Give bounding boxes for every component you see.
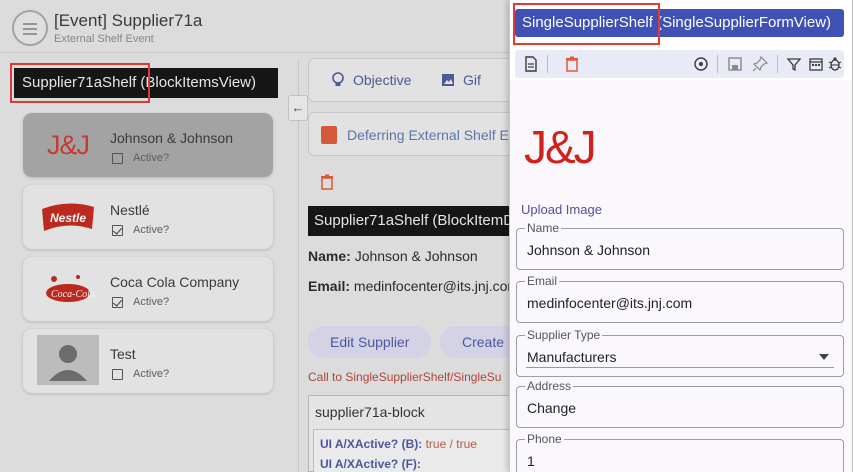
supplier-card-cocacola[interactable]: Coca-Cola Coca Cola Company Active? [23, 257, 273, 321]
pin-icon[interactable] [751, 55, 769, 73]
toolbar-separator [547, 55, 548, 73]
edit-supplier-button[interactable]: Edit Supplier [308, 326, 432, 358]
supplier-type-select[interactable]: Supplier Type Manufacturers [516, 328, 844, 377]
page-title: [Event] Supplier71a [54, 11, 203, 30]
upload-image-link[interactable]: Upload Image [521, 202, 602, 217]
document-icon[interactable] [522, 55, 540, 73]
single-supplier-drawer: SingleSupplierShelf (SingleSupplierFormV… [509, 0, 853, 472]
supplier-card-test[interactable]: Test Active? [23, 329, 273, 393]
active-checkbox[interactable] [112, 224, 123, 236]
collapse-arrow-icon[interactable]: ← [288, 95, 308, 121]
drawer-toolbar [515, 50, 844, 78]
detail-name: Name: Johnson & Johnson [308, 248, 478, 264]
bookmark-icon [321, 126, 337, 144]
calendar-icon[interactable] [807, 55, 825, 73]
block-inner: UI A/XActive? (B): true / true UI A/XAct… [313, 429, 525, 472]
supplier-form: J&J Upload Image Name Johnson & Johnson … [510, 80, 853, 472]
active-label: Active? [133, 152, 170, 164]
avatar-icon [37, 335, 99, 385]
trash-icon[interactable] [320, 174, 334, 195]
phone-field[interactable]: Phone 1 [516, 432, 844, 472]
deferring-external-shelf[interactable]: Deferring External Shelf E [308, 112, 528, 156]
panel-divider [298, 60, 299, 472]
save-icon[interactable] [726, 55, 744, 73]
supplier-card-nestle[interactable]: Nestle Nestlé Active? [23, 185, 273, 249]
jj-logo: J&J [524, 121, 597, 173]
active-label: Active? [133, 224, 170, 236]
toolbar-separator [717, 55, 718, 73]
image-icon [442, 74, 454, 86]
tab-objective[interactable]: Objective [331, 72, 411, 88]
active-checkbox[interactable] [112, 368, 123, 380]
supplier-name: Test [110, 346, 136, 362]
cocacola-logo: Coca-Cola [37, 263, 99, 315]
tab-gif[interactable]: Gif [441, 72, 481, 88]
active-checkbox[interactable] [112, 152, 123, 164]
hamburger-menu-icon[interactable] [12, 10, 48, 46]
lightbulb-icon [332, 72, 344, 86]
highlight-box-left [10, 63, 150, 103]
call-text: Call to SingleSupplierShelf/SingleSu [308, 370, 502, 384]
dropdown-arrow-icon[interactable] [819, 354, 829, 360]
page-subtitle: External Shelf Event [54, 33, 154, 45]
active-checkbox[interactable] [112, 296, 123, 308]
supplier-name: Nestlé [110, 202, 150, 218]
address-field[interactable]: Address Change [516, 379, 844, 428]
supplier-card-johnson[interactable]: J&J Johnson & Johnson Active? [23, 113, 273, 177]
active-label: Active? [133, 368, 170, 380]
tab-strip: Objective Gif [308, 58, 528, 102]
svg-text:Nestle: Nestle [50, 211, 86, 225]
svg-text:Coca-Cola: Coca-Cola [51, 289, 95, 300]
bug-icon[interactable] [826, 55, 844, 73]
middle-shelf-title: Supplier71aShelf (BlockItemDe [308, 206, 528, 236]
supplier-block: supplier71a-block UI A/XActive? (B): tru… [308, 395, 528, 472]
email-field[interactable]: Email medinfocenter@its.jnj.com [516, 274, 844, 323]
highlight-box-right [513, 3, 660, 45]
nestle-logo: Nestle [37, 191, 99, 243]
refresh-icon[interactable] [692, 55, 710, 73]
supplier-name: Coca Cola Company [110, 274, 240, 290]
name-field[interactable]: Name Johnson & Johnson [516, 221, 844, 270]
supplier-name: Johnson & Johnson [110, 130, 233, 146]
jj-logo: J&J [46, 129, 90, 160]
toolbar-separator [777, 55, 778, 73]
active-label: Active? [133, 296, 170, 308]
detail-email: Email: medinfocenter@its.jnj.com [308, 278, 520, 294]
block-name: supplier71a-block [315, 404, 425, 420]
trash-icon[interactable] [563, 55, 581, 73]
filter-icon[interactable] [785, 55, 803, 73]
